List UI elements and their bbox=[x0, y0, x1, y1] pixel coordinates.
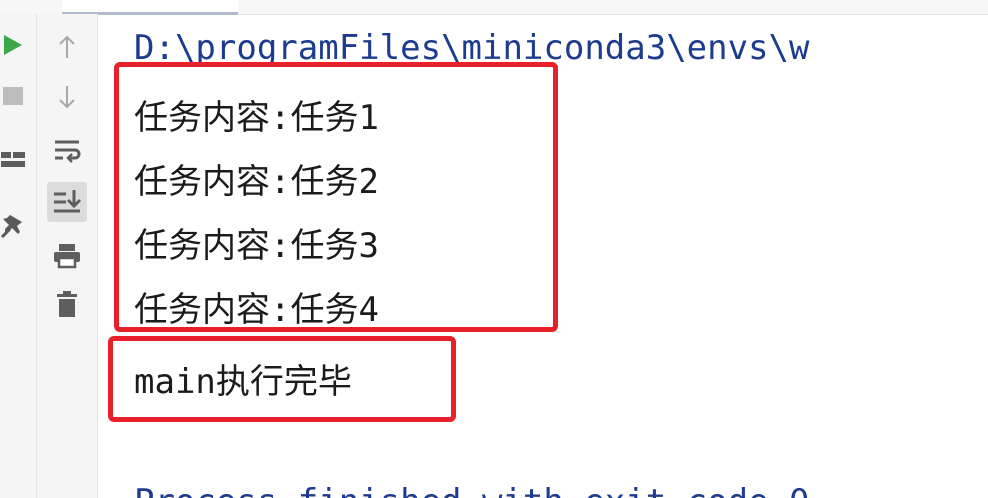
tab-strip bbox=[0, 0, 988, 15]
rerun-button[interactable] bbox=[0, 30, 26, 60]
restore-layout-button[interactable] bbox=[0, 146, 26, 174]
console-toolbar bbox=[37, 14, 98, 498]
arrow-down-icon bbox=[59, 86, 75, 109]
main-done-highlight bbox=[108, 336, 456, 422]
stop-icon bbox=[3, 87, 23, 105]
layout-icon bbox=[1, 152, 25, 167]
pin-tab-button[interactable] bbox=[0, 210, 26, 240]
task-lines-highlight bbox=[114, 62, 558, 332]
print-icon bbox=[54, 244, 80, 269]
exit-code-line: Process finished with exit code 0 bbox=[134, 482, 810, 498]
soft-wrap-icon bbox=[55, 140, 81, 163]
soft-wrap-button[interactable] bbox=[51, 134, 83, 166]
stop-button[interactable] bbox=[0, 82, 26, 110]
pin-icon bbox=[1, 215, 22, 238]
run-icon bbox=[4, 35, 22, 55]
arrow-up-icon bbox=[59, 35, 75, 58]
trash-icon bbox=[57, 291, 77, 317]
scroll-to-end-icon bbox=[54, 190, 82, 213]
previous-occurrence-button[interactable] bbox=[51, 32, 83, 62]
print-button[interactable] bbox=[51, 240, 83, 272]
clear-all-button[interactable] bbox=[51, 288, 83, 320]
run-toolbar bbox=[0, 14, 37, 498]
active-run-tab[interactable] bbox=[62, 0, 238, 15]
run-tool-window: D:\programFiles\miniconda3\envs\w 任务内容:任… bbox=[0, 0, 988, 498]
next-occurrence-button[interactable] bbox=[51, 82, 83, 112]
scroll-to-end-button[interactable] bbox=[47, 182, 87, 222]
